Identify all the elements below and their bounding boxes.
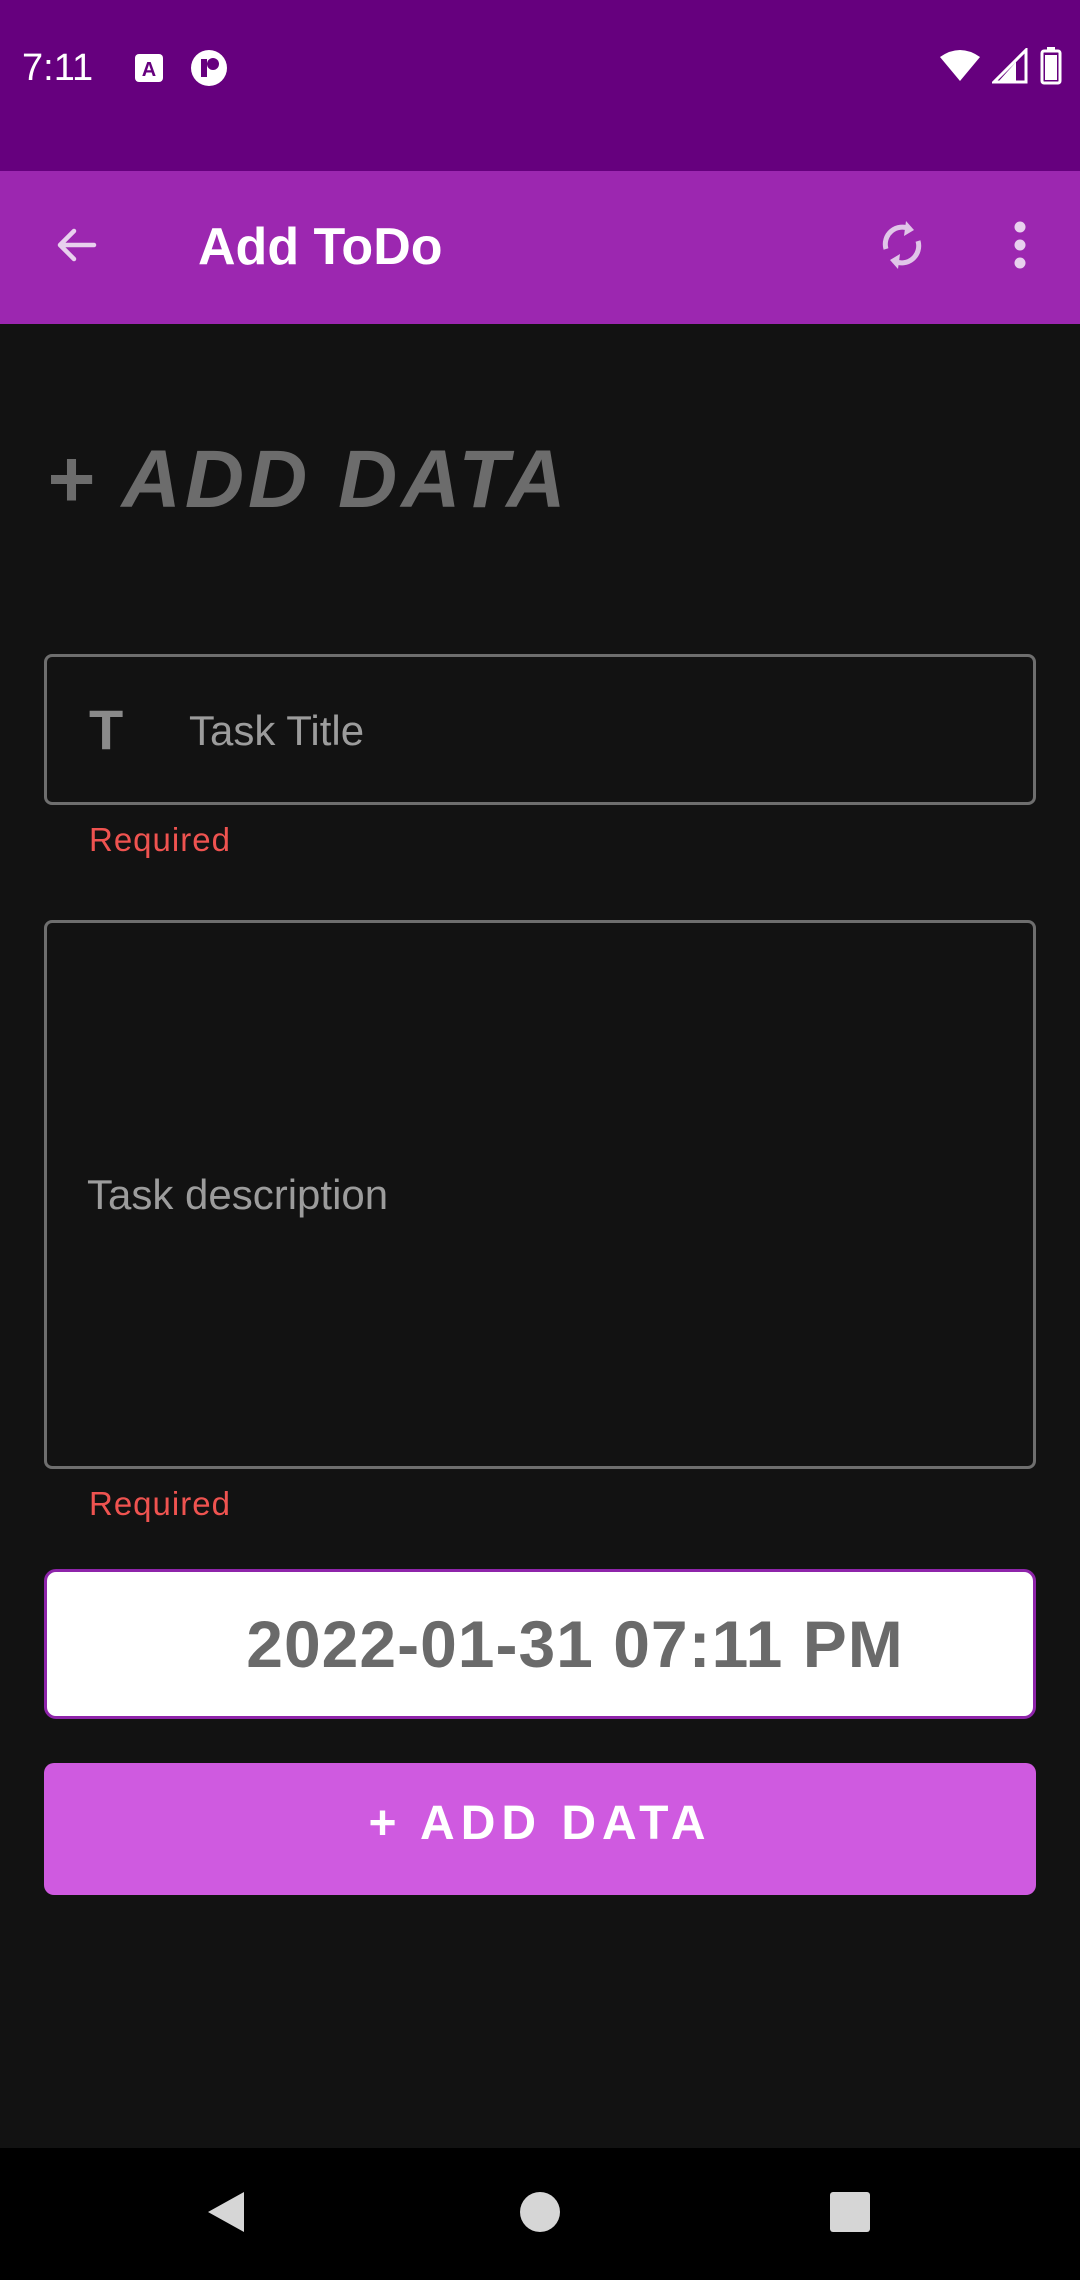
back-arrow-icon [52, 221, 100, 274]
description-error-text: Required [89, 1485, 231, 1522]
nav-back-button[interactable] [186, 2174, 266, 2254]
system-nav-bar [0, 2148, 1080, 2280]
back-triangle-icon [204, 2188, 248, 2241]
date-time-picker-button[interactable]: 2022-01-31 07:11 PM [44, 1569, 1036, 1719]
back-button[interactable] [36, 207, 116, 287]
task-title-input[interactable] [187, 685, 1011, 777]
status-icons [940, 45, 1062, 90]
recents-square-icon [828, 2190, 872, 2239]
svg-text:A: A [142, 59, 156, 81]
status-bar: 7:11 A [0, 0, 1080, 171]
keyboard-a-icon: A [132, 51, 166, 85]
sync-button[interactable] [862, 207, 942, 287]
nav-home-button[interactable] [500, 2174, 580, 2254]
date-time-value: 2022-01-31 07:11 PM [246, 1607, 904, 1681]
more-options-button[interactable] [980, 207, 1060, 287]
app-notification-icon [190, 49, 228, 87]
more-vert-icon [1012, 220, 1028, 275]
title-error-text: Required [89, 821, 231, 858]
signal-icon [990, 45, 1028, 89]
task-description-field[interactable] [44, 920, 1036, 1469]
sync-icon [876, 215, 928, 280]
task-title-field[interactable]: T [44, 654, 1036, 805]
task-description-input[interactable] [87, 953, 997, 1438]
nav-recents-button[interactable] [810, 2174, 890, 2254]
page-title: Add ToDo [198, 218, 443, 276]
add-data-button[interactable]: + ADD DATA [44, 1763, 1036, 1895]
app-bar: Add ToDo [0, 171, 1080, 324]
wifi-icon [940, 49, 980, 88]
form-heading: + ADD DATA [46, 434, 570, 525]
home-circle-icon [519, 2191, 561, 2238]
text-t-icon: T [89, 698, 124, 761]
status-time: 7:11 [22, 47, 94, 89]
battery-icon [1040, 46, 1062, 90]
